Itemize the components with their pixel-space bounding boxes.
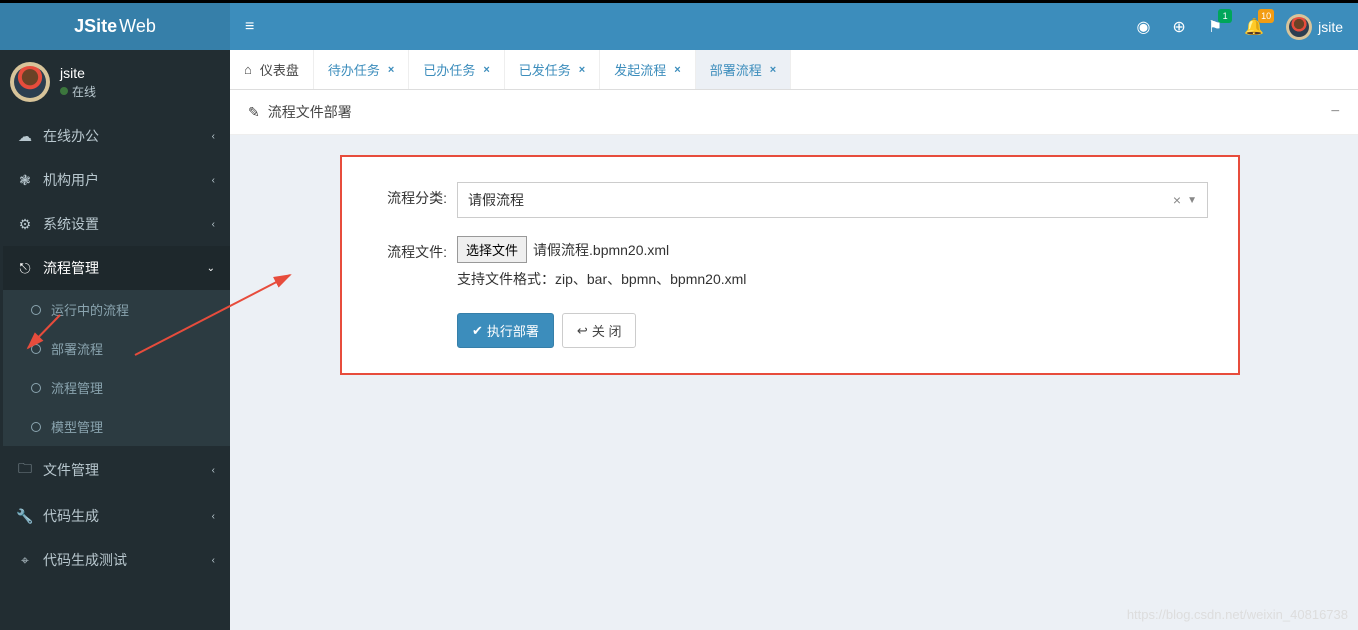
tab-close-icon[interactable]: × [674, 64, 680, 76]
sidebar-menu: ☁在线办公‹ ❃机构用户‹ ⚙系统设置‹ ⎋流程管理⌄ 运行中的流程 部署流程 … [0, 114, 230, 582]
circle-icon [31, 344, 41, 354]
deploy-button[interactable]: ✔执行部署 [457, 313, 554, 348]
tab-deploy-process[interactable]: 部署流程× [696, 50, 791, 89]
edit-icon: ✎ [248, 104, 260, 121]
hamburger-icon[interactable]: ≡ [245, 18, 254, 36]
tab-todo[interactable]: 待办任务× [314, 50, 409, 89]
tab-start-process[interactable]: 发起流程× [600, 50, 695, 89]
dashboard-icon[interactable]: ◉ [1136, 17, 1150, 37]
circle-icon [31, 383, 41, 393]
tab-sent[interactable]: 已发任务× [505, 50, 600, 89]
deploy-form: 流程分类: 请假流程 × ▼ 流程文件: 选择文件 请假流程 [340, 155, 1240, 375]
topbar: ≡ ◉ ⊕ ⚑1 🔔10 jsite [230, 0, 1358, 50]
folder-icon: 🗀 [15, 458, 35, 482]
menu-file-mgmt[interactable]: 🗀文件管理‹ [3, 446, 230, 494]
submenu-deploy[interactable]: 部署流程 [6, 329, 230, 368]
category-select[interactable]: 请假流程 × ▼ [457, 182, 1208, 218]
chevron-left-icon: ‹ [212, 131, 215, 142]
choose-file-button[interactable]: 选择文件 [457, 236, 527, 263]
globe-icon[interactable]: ⊕ [1172, 17, 1185, 37]
circle-icon [31, 422, 41, 432]
flag-icon[interactable]: ⚑1 [1208, 17, 1222, 37]
tabs-bar: ⌂仪表盘 待办任务× 已办任务× 已发任务× 发起流程× 部署流程× [230, 50, 1358, 90]
user-panel: jsite 在线 [0, 50, 230, 114]
brand-logo[interactable]: JSite Web [0, 0, 230, 50]
content-body: 流程分类: 请假流程 × ▼ 流程文件: 选择文件 请假流程 [230, 135, 1358, 395]
home-icon: ⌂ [244, 62, 252, 77]
topbar-avatar [1286, 14, 1312, 40]
chevron-left-icon: ‹ [212, 511, 215, 522]
menu-code-gen[interactable]: 🔧代码生成‹ [3, 494, 230, 538]
submenu-model-mgmt[interactable]: 模型管理 [6, 407, 230, 446]
bell-icon[interactable]: 🔔10 [1244, 17, 1264, 37]
file-label: 流程文件: [372, 236, 447, 262]
sliders-icon: ⎋ [15, 260, 35, 277]
chevron-left-icon: ‹ [212, 219, 215, 230]
submenu-proc-mgmt[interactable]: 流程管理 [6, 368, 230, 407]
topbar-user[interactable]: jsite [1286, 14, 1343, 40]
badge-orange: 10 [1258, 9, 1274, 23]
tab-dashboard[interactable]: ⌂仪表盘 [230, 50, 314, 89]
menu-process-mgmt[interactable]: ⎋流程管理⌄ [3, 246, 230, 290]
cloud-icon: ☁ [15, 128, 35, 145]
chevron-left-icon: ‹ [212, 555, 215, 566]
submenu-process: 运行中的流程 部署流程 流程管理 模型管理 [3, 290, 230, 446]
sidebar: JSite Web jsite 在线 ☁在线办公‹ ❃机构用户‹ ⚙系统设置‹ … [0, 0, 230, 630]
chevron-down-icon: ⌄ [207, 263, 215, 274]
brand-light: Web [119, 16, 156, 37]
file-format-hint: 支持文件格式：zip、bar、bpmn、bpmn20.xml [457, 269, 1208, 289]
wrench-icon: 🔧 [15, 508, 35, 525]
select-caret-icon[interactable]: ▼ [1187, 195, 1197, 206]
tab-done[interactable]: 已办任务× [409, 50, 504, 89]
user-name: jsite [60, 65, 96, 81]
user-status: 在线 [60, 83, 96, 100]
menu-system-settings[interactable]: ⚙系统设置‹ [3, 202, 230, 246]
topbar-username: jsite [1318, 19, 1343, 35]
close-button[interactable]: ↩关 闭 [562, 313, 637, 348]
collapse-icon[interactable]: − [1331, 103, 1340, 121]
category-label: 流程分类: [372, 182, 447, 208]
menu-online-office[interactable]: ☁在线办公‹ [3, 114, 230, 158]
chevron-left-icon: ‹ [212, 175, 215, 186]
main: ≡ ◉ ⊕ ⚑1 🔔10 jsite ⌂仪表盘 待办任务× 已办任务× 已发任务… [230, 0, 1358, 630]
menu-org-user[interactable]: ❃机构用户‹ [3, 158, 230, 202]
page-title: 流程文件部署 [268, 102, 352, 122]
badge-green: 1 [1218, 9, 1232, 23]
tab-close-icon[interactable]: × [483, 64, 489, 76]
org-icon: ❃ [15, 172, 35, 189]
chevron-left-icon: ‹ [212, 465, 215, 476]
check-icon: ✔ [472, 323, 483, 339]
circle-icon [31, 305, 41, 315]
category-value: 请假流程 [468, 190, 1173, 210]
watermark: https://blog.csdn.net/weixin_40816738 [1127, 607, 1348, 622]
tab-close-icon[interactable]: × [388, 64, 394, 76]
chosen-file-name: 请假流程.bpmn20.xml [533, 240, 669, 260]
submenu-running[interactable]: 运行中的流程 [6, 290, 230, 329]
brand-bold: JSite [74, 16, 117, 37]
reply-icon: ↩ [577, 323, 588, 339]
menu-code-gen-test[interactable]: ⌖代码生成测试‹ [3, 538, 230, 582]
user-avatar[interactable] [10, 62, 50, 102]
select-clear-icon[interactable]: × [1173, 192, 1181, 208]
gear-icon: ⚙ [15, 216, 35, 233]
test-icon: ⌖ [15, 552, 35, 569]
tab-close-icon[interactable]: × [579, 64, 585, 76]
tab-close-icon[interactable]: × [770, 64, 776, 76]
status-dot-icon [60, 87, 68, 95]
content-header: ✎ 流程文件部署 − [230, 90, 1358, 135]
